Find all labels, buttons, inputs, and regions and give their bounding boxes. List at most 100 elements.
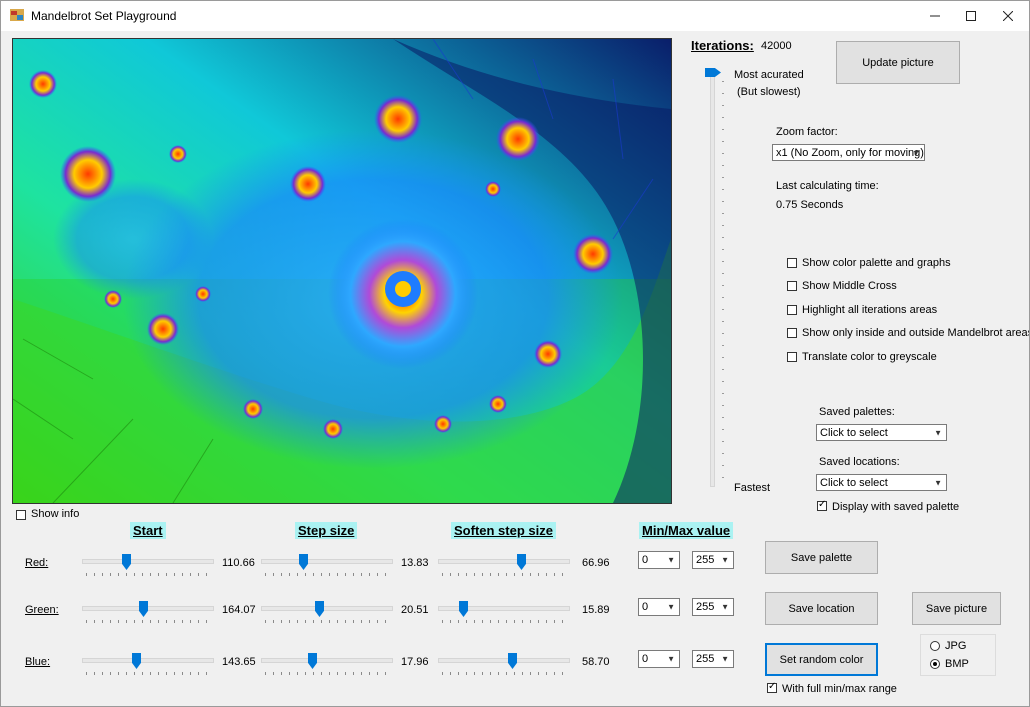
save-palette-button[interactable]: Save palette [765,541,878,574]
option-checkbox-middle-cross[interactable] [787,281,797,291]
blue-soften-slider[interactable] [438,658,570,663]
chevron-down-icon: ▼ [667,654,675,664]
option-label-greyscale: Translate color to greyscale [802,351,937,363]
red-step-slider[interactable] [261,559,393,564]
chevron-down-icon: ▼ [934,428,942,437]
calc-time-label: Last calculating time: [776,180,879,192]
blue-soften-slider-thumb[interactable] [508,653,517,669]
set-random-color-button[interactable]: Set random color [765,643,878,676]
blue-step-slider[interactable] [261,658,393,663]
green-min-value: 0 [642,601,649,613]
blue-step-slider-ticks [265,672,389,675]
maximize-icon [966,11,976,21]
iterations-slider-ticks [722,81,724,481]
zoom-factor-label: Zoom factor: [776,126,838,138]
show-info-checkbox[interactable] [16,510,26,520]
channel-label-green: Green: [25,604,59,616]
close-icon [1002,10,1014,22]
save-picture-button[interactable]: Save picture [912,592,1001,625]
minimize-button[interactable] [916,1,954,31]
app-icon [10,9,24,21]
blue-start-value: 143.65 [222,656,256,668]
option-checkbox-greyscale[interactable] [787,352,797,362]
option-label-inside-outside: Show only inside and outside Mandelbrot … [802,327,1030,339]
green-step-slider[interactable] [261,606,393,611]
blue-start-slider-ticks [86,672,210,675]
calc-time-value: 0.75 Seconds [776,199,844,211]
bmp-radio[interactable] [930,659,940,669]
green-start-slider[interactable] [82,606,214,611]
green-step-slider-thumb[interactable] [315,601,324,617]
red-max-select[interactable]: 255 ▼ [692,551,734,569]
maximize-button[interactable] [952,1,990,31]
most-accurate-sub-label: (But slowest) [737,86,801,98]
green-start-value: 164.07 [222,604,256,616]
red-soften-slider[interactable] [438,559,570,564]
red-start-value: 110.66 [222,557,255,569]
green-start-slider-thumb[interactable] [139,601,148,617]
jpg-radio[interactable] [930,641,940,651]
blue-step-slider-thumb[interactable] [308,653,317,669]
blue-start-slider-thumb[interactable] [132,653,141,669]
main-window: Mandelbrot Set Playground Show info Iter… [0,0,1030,707]
red-start-slider-ticks [86,573,210,576]
chevron-down-icon: ▼ [721,555,729,565]
full-range-checkbox[interactable] [767,681,777,693]
red-start-slider-thumb[interactable] [122,554,131,570]
red-min-select[interactable]: 0 ▼ [638,551,680,569]
display-saved-palette-checkbox[interactable] [817,499,827,511]
saved-locations-value: Click to select [820,476,888,489]
option-checkbox-color-palette[interactable] [787,258,797,268]
green-soften-value: 15.89 [582,604,610,616]
green-max-select[interactable]: 255 ▼ [692,598,734,616]
green-start-slider-ticks [86,620,210,623]
header-soften-step-size: Soften step size [451,522,556,539]
red-step-slider-thumb[interactable] [299,554,308,570]
blue-min-value: 0 [642,653,649,665]
red-max-value: 255 [696,554,715,566]
red-start-slider[interactable] [82,559,214,564]
saved-locations-select[interactable]: Click to select ▼ [816,474,947,491]
zoom-factor-select[interactable]: x1 (No Zoom, only for moving) ▼ [772,144,925,161]
green-soften-slider-ticks [442,620,566,623]
green-soften-slider-thumb[interactable] [459,601,468,617]
most-accurate-label: Most acurated [734,69,804,81]
iterations-slider-track[interactable] [710,73,715,487]
green-step-value: 20.51 [401,604,429,616]
channel-label-blue: Blue: [25,656,51,668]
title-bar: Mandelbrot Set Playground [1,1,1029,31]
update-picture-button[interactable]: Update picture [836,41,960,84]
green-soften-slider[interactable] [438,606,570,611]
fastest-label: Fastest [734,482,771,494]
saved-palettes-value: Click to select [820,426,888,439]
chevron-down-icon: ▼ [721,654,729,664]
red-soften-slider-ticks [442,573,566,576]
mandelbrot-image [13,39,671,503]
channel-label-red: Red: [25,557,49,569]
show-info-label: Show info [31,508,80,520]
green-min-select[interactable]: 0 ▼ [638,598,680,616]
blue-soften-value: 58.70 [582,656,610,668]
full-range-label: With full min/max range [782,683,897,695]
blue-max-value: 255 [696,653,715,665]
option-checkbox-highlight-iterations[interactable] [787,305,797,315]
chevron-down-icon: ▼ [721,602,729,612]
iterations-slider-thumb[interactable] [705,68,721,77]
minimize-icon [930,15,940,17]
zoom-factor-value: x1 (No Zoom, only for moving) [776,146,924,159]
option-checkbox-inside-outside[interactable] [787,328,797,338]
window-title: Mandelbrot Set Playground [31,9,177,23]
blue-min-select[interactable]: 0 ▼ [638,650,680,668]
close-button[interactable] [989,1,1027,31]
saved-palettes-select[interactable]: Click to select ▼ [816,424,947,441]
option-label-highlight-iterations: Highlight all iterations areas [802,304,938,316]
jpg-label: JPG [945,640,967,652]
red-step-slider-ticks [265,573,389,576]
save-location-button[interactable]: Save location [765,592,878,625]
red-soften-slider-thumb[interactable] [517,554,526,570]
blue-max-select[interactable]: 255 ▼ [692,650,734,668]
blue-soften-slider-ticks [442,672,566,675]
iterations-value: 42000 [761,40,792,52]
fractal-picture[interactable] [12,38,672,504]
blue-start-slider[interactable] [82,658,214,663]
